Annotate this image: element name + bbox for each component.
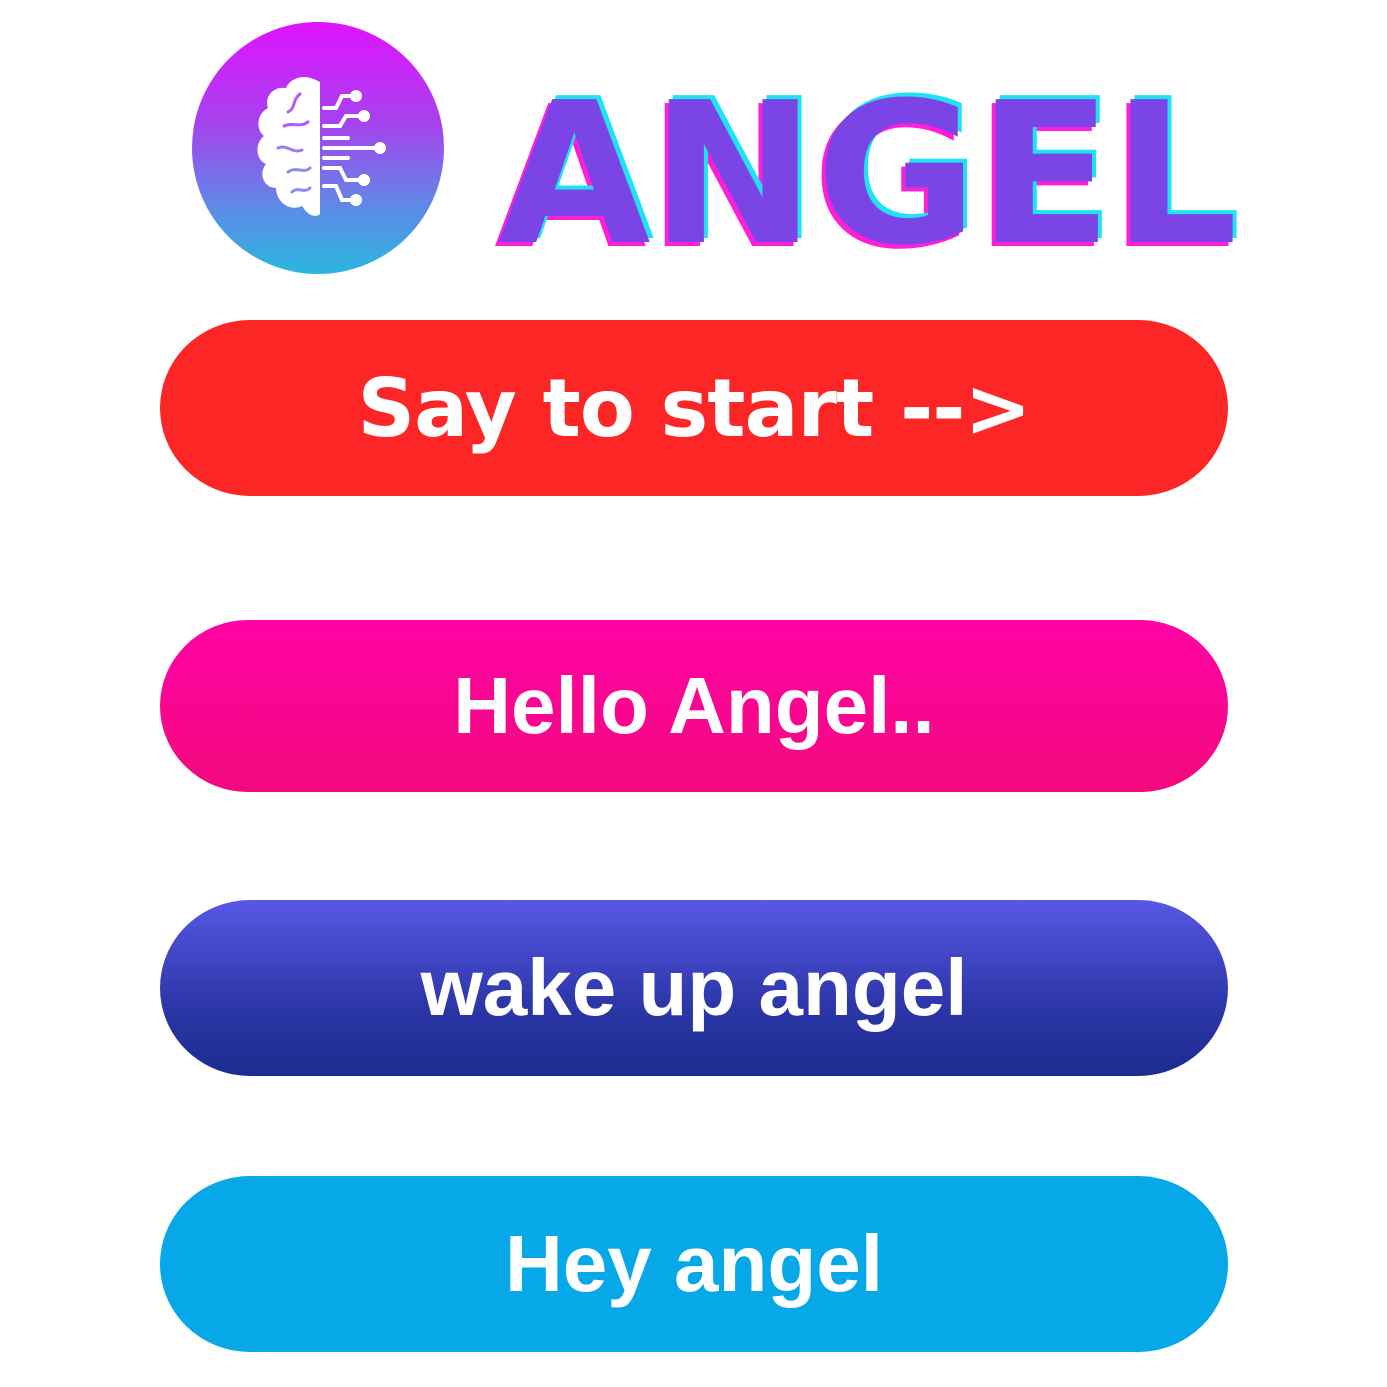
say-to-start-label: Say to start --> bbox=[357, 361, 1031, 455]
say-to-start-button[interactable]: Say to start --> bbox=[160, 320, 1228, 496]
hello-angel-button[interactable]: Hello Angel.. bbox=[160, 620, 1228, 792]
hey-angel-button[interactable]: Hey angel bbox=[160, 1176, 1228, 1352]
brain-circuit-icon bbox=[192, 22, 444, 274]
app-header: ANGEL ANGEL ANGEL bbox=[190, 20, 1250, 276]
brand-wordmark: ANGEL ANGEL ANGEL bbox=[490, 50, 1250, 260]
wake-up-angel-button[interactable]: wake up angel bbox=[160, 900, 1228, 1076]
hello-angel-label: Hello Angel.. bbox=[453, 661, 935, 750]
wake-up-angel-label: wake up angel bbox=[420, 943, 968, 1032]
brand-wordmark-text: ANGEL bbox=[498, 61, 1238, 260]
hey-angel-label: Hey angel bbox=[505, 1219, 883, 1308]
